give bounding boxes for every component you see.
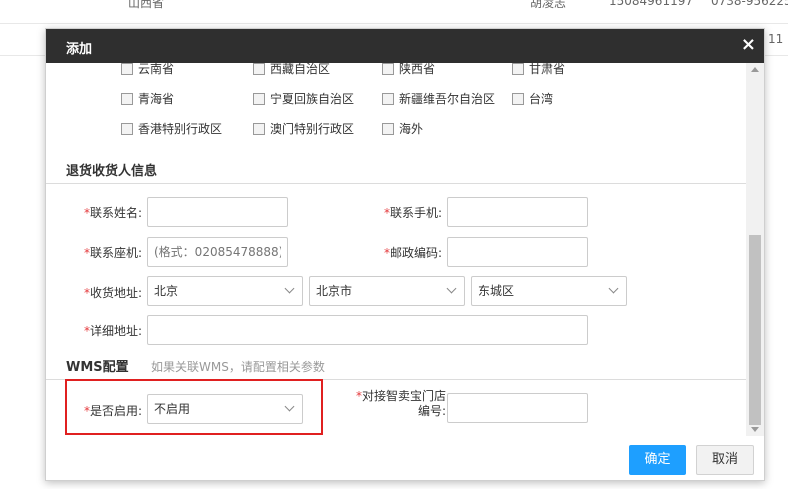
checkbox-icon[interactable]	[253, 63, 265, 75]
checkbox-icon[interactable]	[253, 92, 265, 105]
store-code-input[interactable]	[447, 393, 588, 423]
landline-input[interactable]	[147, 237, 288, 267]
region-label: 新疆维吾尔自治区	[399, 92, 496, 106]
region-label: 宁夏回族自治区	[270, 92, 355, 106]
dialog-footer: 确定 取消	[46, 436, 764, 480]
region-label: 香港特别行政区	[138, 122, 223, 136]
mobile-cell: 15084961197	[609, 0, 693, 8]
checkbox-icon[interactable]	[382, 122, 394, 135]
highlight-box	[65, 379, 323, 435]
phone-cell: 0738-956225	[711, 0, 788, 8]
checkbox-icon[interactable]	[121, 122, 133, 135]
district-select[interactable]: 东城区	[471, 276, 627, 306]
cancel-button[interactable]: 取消	[696, 445, 754, 475]
dialog-title: 添加	[66, 42, 93, 57]
region-checkbox[interactable]: 云南省	[121, 63, 174, 77]
region-checkbox[interactable]: 海外	[382, 120, 423, 137]
contact-mobile-input[interactable]	[447, 197, 588, 227]
province-value: 北京	[154, 284, 179, 298]
checkbox-icon[interactable]	[382, 63, 394, 75]
chevron-down-icon	[284, 283, 295, 294]
region-checkbox[interactable]: 青海省	[121, 90, 174, 107]
region-label: 甘肃省	[529, 63, 566, 76]
confirm-button[interactable]: 确定	[629, 445, 686, 475]
province-select[interactable]: 北京	[147, 276, 303, 306]
region-label: 青海省	[138, 92, 175, 106]
checkbox-icon[interactable]	[512, 63, 524, 75]
region-label: 云南省	[138, 63, 175, 76]
wms-section-hint: 如果关联WMS，请配置相关参数	[151, 360, 325, 374]
contact-name-input[interactable]	[147, 197, 288, 227]
background-table-row: 山西省 胡凌志 15084961197 0738-956225	[0, 0, 788, 24]
scroll-down-icon[interactable]	[751, 427, 759, 432]
region-label: 台湾	[529, 92, 554, 106]
region-checkbox[interactable]: 台湾	[512, 90, 553, 107]
region-label: 海外	[399, 122, 424, 136]
return-section-title: 退货收货人信息	[66, 164, 158, 179]
add-dialog: 添加 × 云南省 西藏自治区 陕西省 甘肃省 青海省 宁夏回族自治区 新疆维吾尔…	[45, 28, 765, 481]
checkbox-icon[interactable]	[121, 92, 133, 105]
detail-address-input[interactable]	[147, 315, 588, 345]
region-checkbox[interactable]: 新疆维吾尔自治区	[382, 90, 495, 107]
region-checkbox[interactable]: 西藏自治区	[253, 63, 330, 77]
city-value: 北京市	[316, 284, 353, 298]
contact-name-label: *联系姓名:	[83, 206, 142, 220]
region-label: 澳门特别行政区	[270, 122, 355, 136]
trailing-cell: 11	[768, 32, 784, 46]
postcode-label: *邮政编码:	[383, 246, 442, 260]
district-value: 东城区	[478, 284, 515, 298]
store-code-label: *对接智卖宝门店 编号:	[355, 389, 446, 418]
region-checkbox[interactable]: 澳门特别行政区	[253, 120, 354, 137]
dialog-header: 添加 ×	[46, 29, 764, 63]
region-checkbox[interactable]: 甘肃省	[512, 63, 565, 77]
close-icon[interactable]: ×	[741, 34, 756, 56]
checkbox-icon[interactable]	[121, 63, 133, 75]
chevron-down-icon	[608, 283, 619, 294]
contact-cell: 胡凌志	[530, 0, 567, 10]
postcode-input[interactable]	[447, 237, 588, 267]
scroll-thumb[interactable]	[749, 235, 761, 425]
region-label: 陕西省	[399, 63, 436, 76]
address-label: *收货地址:	[83, 286, 142, 300]
vertical-scrollbar[interactable]	[746, 63, 764, 436]
wms-section-title: WMS配置	[66, 360, 129, 375]
chevron-down-icon	[446, 283, 457, 294]
scroll-up-icon[interactable]	[751, 67, 759, 72]
dialog-body: 云南省 西藏自治区 陕西省 甘肃省 青海省 宁夏回族自治区 新疆维吾尔自治区 台…	[46, 63, 764, 436]
region-label: 西藏自治区	[270, 63, 331, 76]
section-divider	[46, 183, 746, 184]
contact-mobile-label: *联系手机:	[383, 206, 442, 220]
city-select[interactable]: 北京市	[309, 276, 465, 306]
province-cell: 山西省	[128, 0, 165, 10]
checkbox-icon[interactable]	[253, 122, 265, 135]
checkbox-icon[interactable]	[512, 92, 524, 105]
landline-label: *联系座机:	[83, 246, 142, 260]
detail-address-label: *详细地址:	[83, 324, 142, 338]
region-checkbox[interactable]: 香港特别行政区	[121, 120, 222, 137]
checkbox-icon[interactable]	[382, 92, 394, 105]
region-checkbox[interactable]: 陕西省	[382, 63, 435, 77]
region-checkbox[interactable]: 宁夏回族自治区	[253, 90, 354, 107]
